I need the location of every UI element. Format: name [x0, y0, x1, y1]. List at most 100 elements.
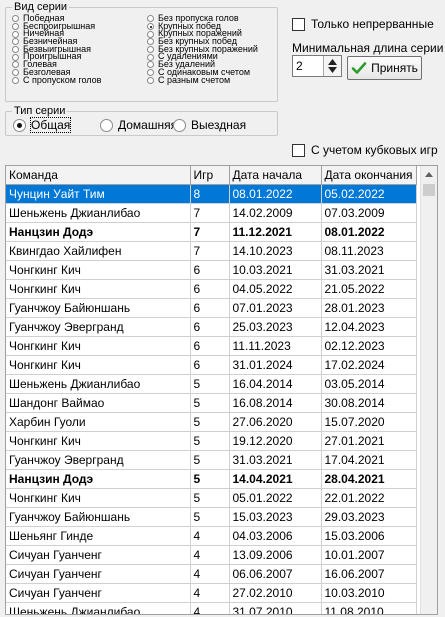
cell-team[interactable]: Чонгкинг Кич [6, 355, 191, 375]
cell-end-date[interactable]: 11.08.2010 [321, 602, 417, 614]
cell-start-date[interactable]: 14.10.2023 [229, 241, 322, 261]
cell-end-date[interactable]: 28.01.2023 [321, 298, 417, 318]
radio-button[interactable] [12, 15, 19, 23]
cup-games-checkbox[interactable]: С учетом кубковых игр [292, 143, 438, 157]
table-row[interactable]: Нанцзин Додэ 5 14.04.2021 28.04.2021 [6, 469, 417, 489]
series-table[interactable]: Команда Игр Дата начала Дата окончания Ч… [5, 165, 438, 615]
cell-start-date[interactable]: 14.02.2009 [229, 203, 322, 223]
cell-games[interactable]: 5 [190, 469, 230, 489]
cell-end-date[interactable]: 17.04.2021 [321, 450, 417, 470]
cell-start-date[interactable]: 13.09.2006 [229, 545, 322, 565]
cell-end-date[interactable]: 02.12.2023 [321, 336, 417, 356]
table-row[interactable]: Чонгкинг Кич 6 11.11.2023 02.12.2023 [6, 336, 417, 356]
cell-team[interactable]: Чонгкинг Кич [6, 431, 191, 451]
table-row[interactable]: Нанцзин Додэ 7 11.12.2021 08.01.2022 [6, 222, 417, 242]
table-row[interactable]: Гуанчжоу Эвергранд 6 25.03.2023 12.04.2023 [6, 317, 417, 337]
table-row[interactable]: Чунцин Уайт Тим 8 08.01.2022 05.02.2022 [6, 184, 417, 204]
cell-start-date[interactable]: 14.04.2021 [229, 469, 322, 489]
column-header-games[interactable]: Игр [190, 166, 230, 185]
series-kind-option[interactable]: С разным счетом [147, 75, 258, 85]
cell-team[interactable]: Квингдао Хайлифен [6, 241, 191, 261]
radio-button[interactable] [12, 53, 19, 61]
cell-end-date[interactable]: 10.01.2007 [321, 545, 417, 565]
cell-team[interactable]: Нанцзин Додэ [6, 469, 191, 489]
cell-games[interactable]: 7 [190, 203, 230, 223]
radio-button[interactable] [12, 38, 19, 46]
radio-button[interactable] [147, 23, 154, 31]
cell-team[interactable]: Чонгкинг Кич [6, 336, 191, 356]
series-type-general[interactable]: Общая [13, 117, 72, 133]
cell-team[interactable]: Шандонг Ваймао [6, 393, 191, 413]
column-header-end[interactable]: Дата окончания [321, 166, 417, 185]
cell-start-date[interactable]: 06.06.2007 [229, 564, 322, 584]
checkbox-box[interactable] [292, 143, 305, 157]
cell-start-date[interactable]: 15.03.2023 [229, 507, 322, 527]
spin-buttons[interactable] [323, 56, 341, 76]
radio-button[interactable] [12, 61, 19, 69]
scrollbar-thumb[interactable] [423, 184, 435, 196]
cell-team[interactable]: Шеньжень Джианлибао [6, 602, 191, 614]
cell-end-date[interactable]: 31.03.2021 [321, 260, 417, 280]
table-row[interactable]: Гуанчжоу Байюншань 5 15.03.2023 29.03.2023 [6, 507, 417, 527]
cell-team[interactable]: Гуанчжоу Эвергранд [6, 450, 191, 470]
cell-end-date[interactable]: 21.05.2022 [321, 279, 417, 299]
cell-start-date[interactable]: 27.06.2020 [229, 412, 322, 432]
cell-team[interactable]: Гуанчжоу Байюншань [6, 298, 191, 318]
cell-team[interactable]: Чонгкинг Кич [6, 260, 191, 280]
series-grid[interactable]: Команда Игр Дата начала Дата окончания Ч… [6, 166, 417, 614]
cell-end-date[interactable]: 03.05.2014 [321, 374, 417, 394]
cell-end-date[interactable]: 15.03.2006 [321, 526, 417, 546]
cell-start-date[interactable]: 27.02.2010 [229, 583, 322, 603]
cell-team[interactable]: Шеньянг Гинде [6, 526, 191, 546]
cell-start-date[interactable]: 16.04.2014 [229, 374, 322, 394]
radio-button[interactable] [147, 30, 154, 38]
table-row[interactable]: Шандонг Ваймао 5 16.08.2014 30.08.2014 [6, 393, 417, 413]
table-row[interactable]: Чонгкинг Кич 6 04.05.2022 21.05.2022 [6, 279, 417, 299]
min-length-value[interactable]: 2 [293, 56, 323, 76]
cell-games[interactable]: 5 [190, 431, 230, 451]
table-row[interactable]: Чонгкинг Кич 5 19.12.2020 27.01.2021 [6, 431, 417, 451]
cell-end-date[interactable]: 28.04.2021 [321, 469, 417, 489]
cell-games[interactable]: 6 [190, 279, 230, 299]
radio-button[interactable] [147, 76, 154, 84]
radio-button[interactable] [147, 53, 154, 61]
radio-button[interactable] [147, 69, 154, 77]
series-type-home[interactable]: Домашняя [100, 118, 177, 132]
cell-end-date[interactable]: 30.08.2014 [321, 393, 417, 413]
cell-games[interactable]: 6 [190, 336, 230, 356]
cell-team[interactable]: Сичуан Гуанченг [6, 564, 191, 584]
table-row[interactable]: Сичуан Гуанченг 4 06.06.2007 16.06.2007 [6, 564, 417, 584]
cell-start-date[interactable]: 07.01.2023 [229, 298, 322, 318]
cell-end-date[interactable]: 10.03.2010 [321, 583, 417, 603]
radio-button[interactable] [13, 118, 26, 132]
radio-button[interactable] [147, 46, 154, 54]
cell-team[interactable]: Нанцзин Додэ [6, 222, 191, 242]
cell-end-date[interactable]: 27.01.2021 [321, 431, 417, 451]
cell-games[interactable]: 5 [190, 450, 230, 470]
cell-team[interactable]: Чонгкинг Кич [6, 279, 191, 299]
cell-start-date[interactable]: 31.07.2010 [229, 602, 322, 614]
cell-team[interactable]: Чонгкинг Кич [6, 488, 191, 508]
checkbox-box[interactable] [292, 17, 305, 31]
table-row[interactable]: Сичуан Гуанченг 4 13.09.2006 10.01.2007 [6, 545, 417, 565]
table-row[interactable]: Шеньжень Джианлибао 5 16.04.2014 03.05.2014 [6, 374, 417, 394]
cell-games[interactable]: 7 [190, 241, 230, 261]
cell-end-date[interactable]: 05.02.2022 [321, 184, 417, 204]
cell-games[interactable]: 6 [190, 317, 230, 337]
table-row[interactable]: Харбин Гуоли 5 27.06.2020 15.07.2020 [6, 412, 417, 432]
table-row[interactable]: Чонгкинг Кич 6 10.03.2021 31.03.2021 [6, 260, 417, 280]
cell-team[interactable]: Сичуан Гуанченг [6, 583, 191, 603]
cell-start-date[interactable]: 31.03.2021 [229, 450, 322, 470]
cell-games[interactable]: 4 [190, 526, 230, 546]
radio-button[interactable] [147, 61, 154, 69]
cell-games[interactable]: 6 [190, 355, 230, 375]
cell-end-date[interactable]: 17.02.2024 [321, 355, 417, 375]
continuous-only-checkbox[interactable]: Только непрерванные [292, 17, 434, 31]
radio-button[interactable] [147, 38, 154, 46]
spin-up-icon[interactable] [328, 59, 337, 65]
radio-button[interactable] [12, 30, 19, 38]
radio-button[interactable] [12, 23, 19, 31]
cell-start-date[interactable]: 04.05.2022 [229, 279, 322, 299]
cell-team[interactable]: Гуанчжоу Эвергранд [6, 317, 191, 337]
cell-games[interactable]: 4 [190, 602, 230, 614]
